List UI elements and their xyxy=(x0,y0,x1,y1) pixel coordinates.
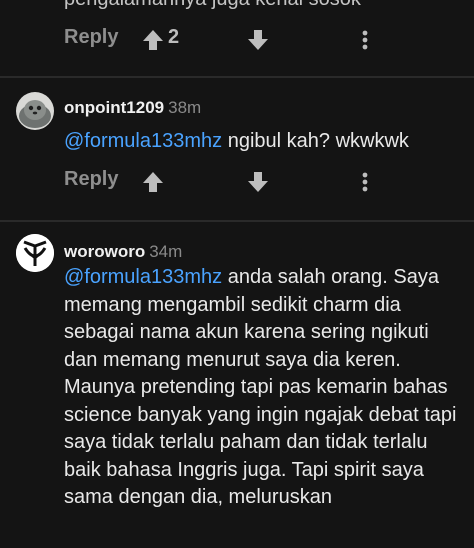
upvote-button[interactable] xyxy=(139,28,167,52)
comment-timestamp: 38m xyxy=(168,98,202,117)
arrow-down-icon xyxy=(248,30,268,50)
comment-item: onpoint1209 38m @formula133mhz ngibul kah… xyxy=(0,78,474,220)
comment-timestamp: 34m xyxy=(149,242,183,261)
more-options-button[interactable] xyxy=(356,26,374,54)
comment-action-bar: Reply xyxy=(0,164,474,200)
comment-line: memang mengambil sedikit charm dia xyxy=(64,293,401,316)
comment-line: @formula133mhz anda salah orang. Saya xyxy=(64,264,468,292)
user-mention-link[interactable]: @formula133mhz xyxy=(64,130,222,152)
comment-header: woroworo 34m xyxy=(64,242,182,262)
more-vertical-icon xyxy=(362,172,368,192)
more-vertical-icon xyxy=(362,30,368,50)
reply-button[interactable]: Reply xyxy=(64,168,118,191)
comment-header: onpoint1209 38m xyxy=(64,98,201,118)
arrow-up-icon xyxy=(143,30,163,50)
avatar[interactable] xyxy=(16,234,54,272)
comment-line: baik bahasa Inggris juga. Tapi spirit sa… xyxy=(64,458,424,481)
comment-text: anda salah orang. Saya xyxy=(222,266,439,288)
comment-item: woroworo 34m @formula133mhz anda salah or… xyxy=(0,222,474,548)
comment-line: science banyak yang ingin ngajak debat t… xyxy=(64,403,457,426)
downvote-button[interactable] xyxy=(244,170,272,194)
reply-button[interactable]: Reply xyxy=(64,26,118,49)
upvote-count: 2 xyxy=(168,26,180,48)
comment-thread: pengalamannya juga kenal sosok Reply 2 xyxy=(0,0,474,548)
comment-author[interactable]: onpoint1209 xyxy=(64,98,164,117)
comment-text: ngibul kah? wkwkwk xyxy=(222,130,409,152)
comment-line: sebagai nama akun karena sering ngikuti xyxy=(64,321,429,343)
comment-line: Maunya pretending tapi pas kemarin bahas xyxy=(64,376,448,398)
comment-author[interactable]: woroworo xyxy=(64,242,145,261)
comment-body: @formula133mhz ngibul kah? wkwkwk xyxy=(64,128,468,156)
downvote-button[interactable] xyxy=(244,28,272,52)
seal-avatar-icon xyxy=(16,92,54,130)
more-options-button[interactable] xyxy=(356,168,374,196)
comment-action-bar: Reply 2 xyxy=(0,22,474,58)
arrow-down-icon xyxy=(248,172,268,192)
comment-line: sama dengan dia, meluruskan xyxy=(64,486,332,508)
user-mention-link[interactable]: @formula133mhz xyxy=(64,266,222,288)
trident-logo-avatar-icon xyxy=(16,234,54,272)
comment-text-partial: pengalamannya juga kenal sosok xyxy=(64,0,361,11)
comment-line: saya tidak terlalu paham dan tidak terla… xyxy=(64,431,428,453)
upvote-button[interactable] xyxy=(139,170,167,194)
avatar[interactable] xyxy=(16,92,54,130)
comment-body: @formula133mhz anda salah orang. Saya me… xyxy=(64,264,468,512)
arrow-up-icon xyxy=(143,172,163,192)
comment-line: dan memang menurut saya dia keren. xyxy=(64,348,401,371)
